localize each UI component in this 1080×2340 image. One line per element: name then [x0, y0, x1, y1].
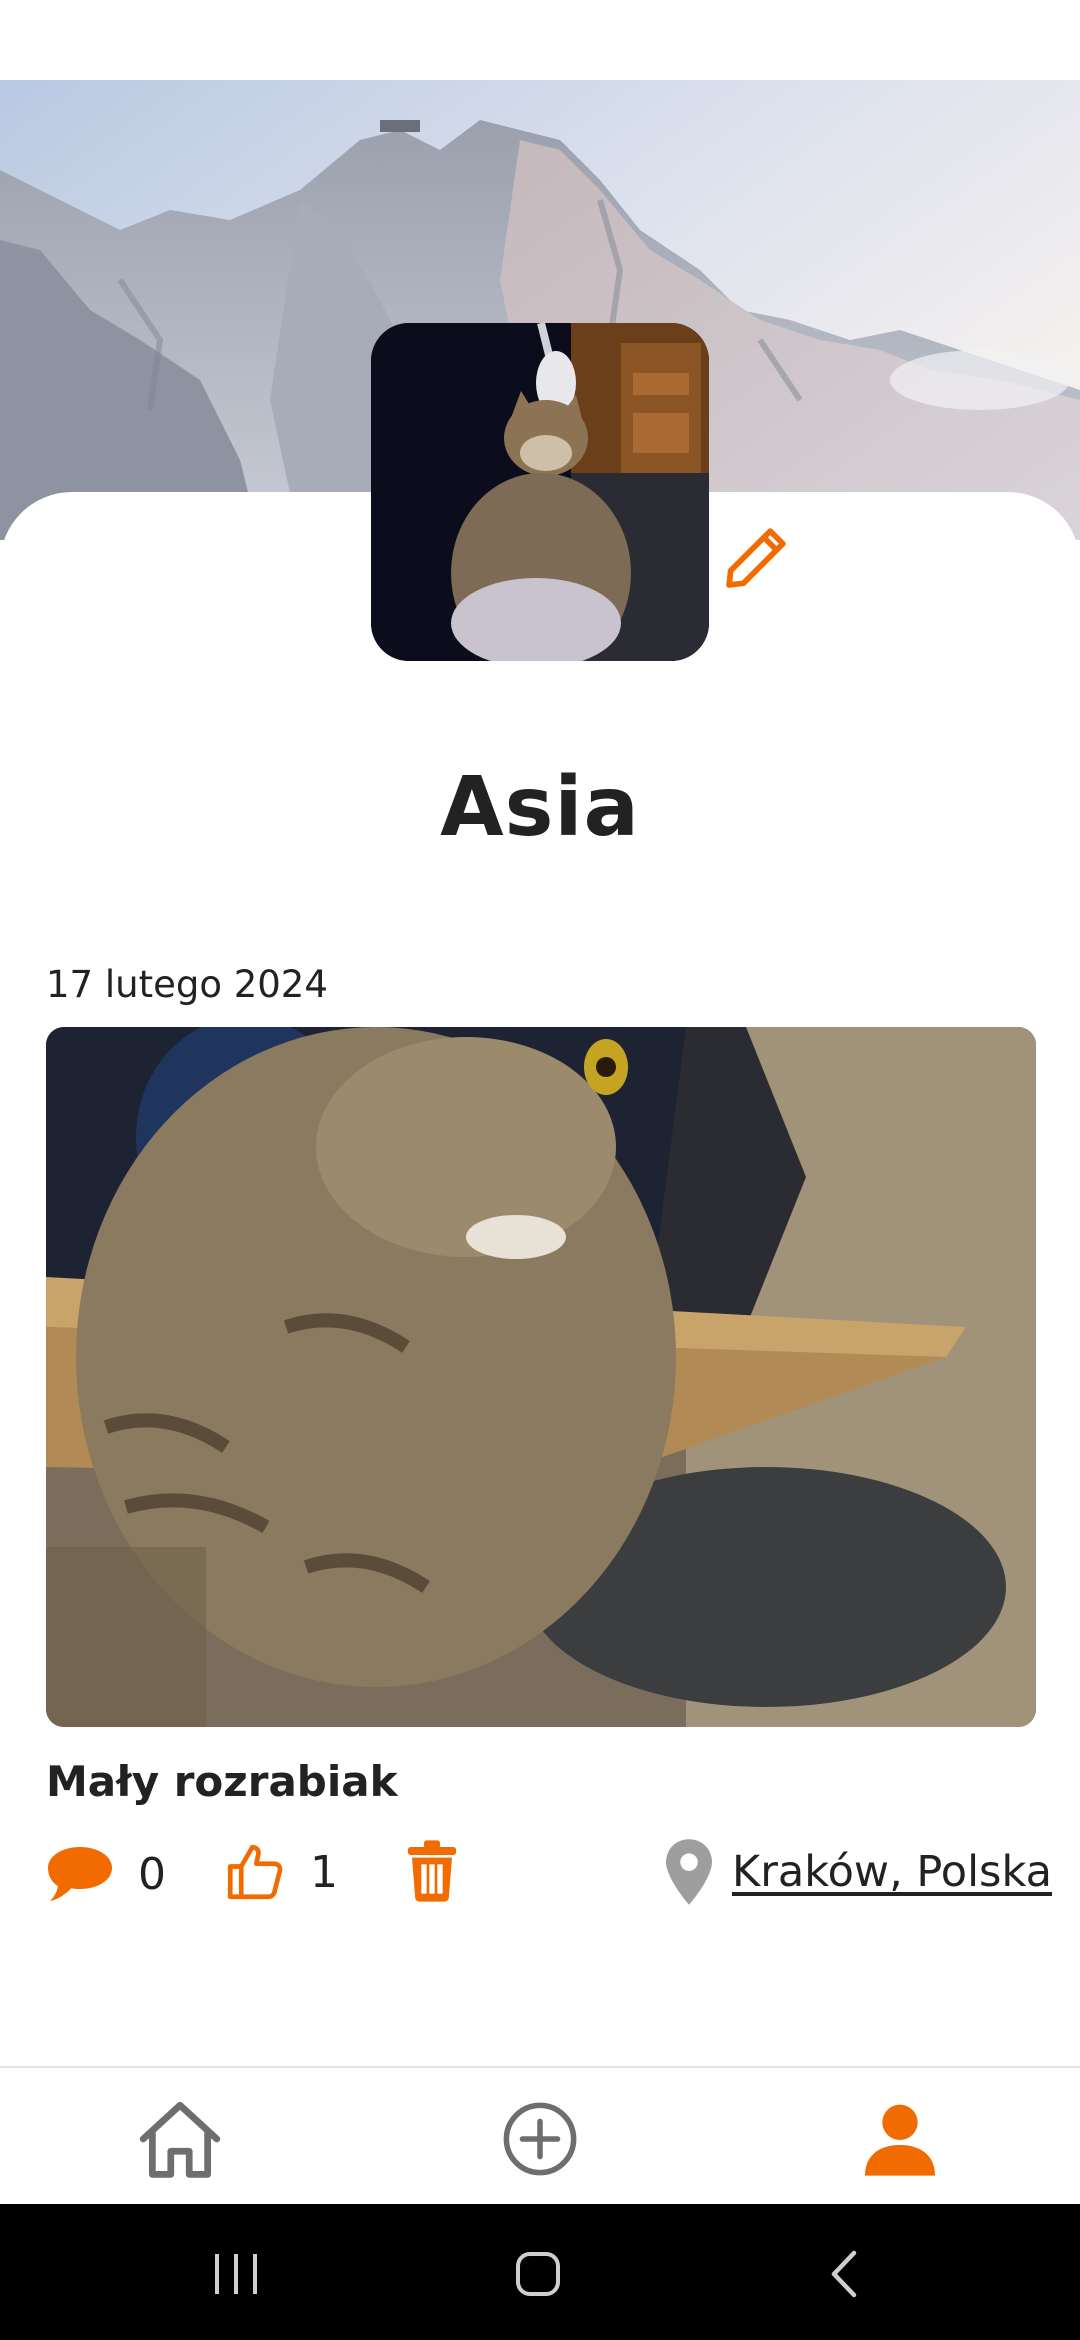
profile-name: Asia	[440, 760, 640, 855]
person-icon	[865, 2104, 935, 2176]
profile-avatar[interactable]	[371, 323, 709, 661]
system-navigation-bar	[0, 2204, 1080, 2340]
thumbs-up-icon	[227, 1844, 283, 1900]
recent-apps-icon	[215, 2254, 257, 2294]
back-button[interactable]	[814, 2244, 874, 2304]
like-button[interactable]: 1	[222, 1839, 338, 1905]
trash-icon	[408, 1840, 456, 1902]
delete-post-button[interactable]	[404, 1839, 460, 1903]
post-title: Mały rozrabiak	[46, 1757, 398, 1806]
location-link[interactable]: Kraków, Polska	[662, 1837, 1052, 1907]
nav-add-button[interactable]	[495, 2094, 585, 2184]
edit-profile-button[interactable]	[718, 520, 794, 596]
comments-count: 0	[138, 1848, 166, 1900]
speech-bubble-icon	[48, 1847, 112, 1901]
status-bar	[0, 0, 1080, 80]
pencil-icon	[726, 528, 786, 588]
comments-button[interactable]: 0	[44, 1843, 166, 1905]
recent-apps-button[interactable]	[206, 2244, 266, 2304]
add-circle-icon	[503, 2102, 577, 2176]
location-text[interactable]: Kraków, Polska	[732, 1847, 1052, 1897]
post-photo[interactable]	[46, 1027, 1036, 1727]
nav-profile-button[interactable]	[855, 2094, 945, 2184]
home-square-icon	[516, 2252, 560, 2296]
location-pin-icon	[666, 1839, 712, 1905]
post-actions: 0 1 Kraków, Polska	[0, 1835, 1080, 1915]
back-chevron-icon	[831, 2250, 857, 2298]
nav-home-button[interactable]	[135, 2094, 225, 2184]
home-system-button[interactable]	[508, 2244, 568, 2304]
home-icon	[139, 2101, 221, 2178]
likes-count: 1	[310, 1846, 338, 1898]
post-date: 17 lutego 2024	[46, 963, 328, 1006]
bottom-navigation	[0, 2066, 1080, 2206]
